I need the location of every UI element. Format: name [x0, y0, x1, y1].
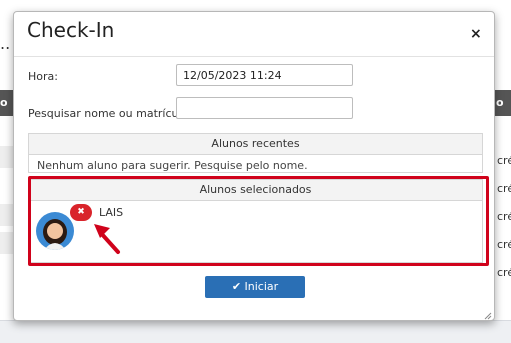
search-label: Pesquisar nome ou matrícula: [28, 107, 192, 120]
recent-students-panel: Alunos recentes Nenhum aluno para sugeri… [28, 133, 483, 173]
background-row-right: cré [497, 238, 511, 251]
background-table-header-right: o [494, 90, 511, 116]
annotation-highlight-box [28, 176, 489, 266]
background-row-right: cré [497, 266, 511, 279]
checkmark-icon: ✔ [231, 280, 242, 293]
background-row-right: cré [497, 154, 511, 167]
close-icon[interactable]: × [470, 26, 482, 42]
search-input[interactable] [176, 97, 353, 119]
title-divider [14, 56, 494, 57]
background-footer [0, 320, 511, 343]
background-row-right: cré [497, 210, 511, 223]
background-ellipsis: .. [0, 34, 11, 53]
modal-title: Check-In [27, 18, 115, 42]
background-row-right: cré [497, 182, 511, 195]
resize-handle-icon[interactable] [484, 312, 492, 320]
start-button[interactable]: ✔ Iniciar [205, 276, 305, 298]
start-button-label: Iniciar [244, 280, 279, 293]
recent-students-header: Alunos recentes [29, 134, 482, 155]
recent-students-message: Nenhum aluno para sugerir. Pesquise pelo… [37, 159, 308, 172]
hora-label: Hora: [28, 70, 58, 83]
hora-input[interactable] [176, 64, 353, 86]
